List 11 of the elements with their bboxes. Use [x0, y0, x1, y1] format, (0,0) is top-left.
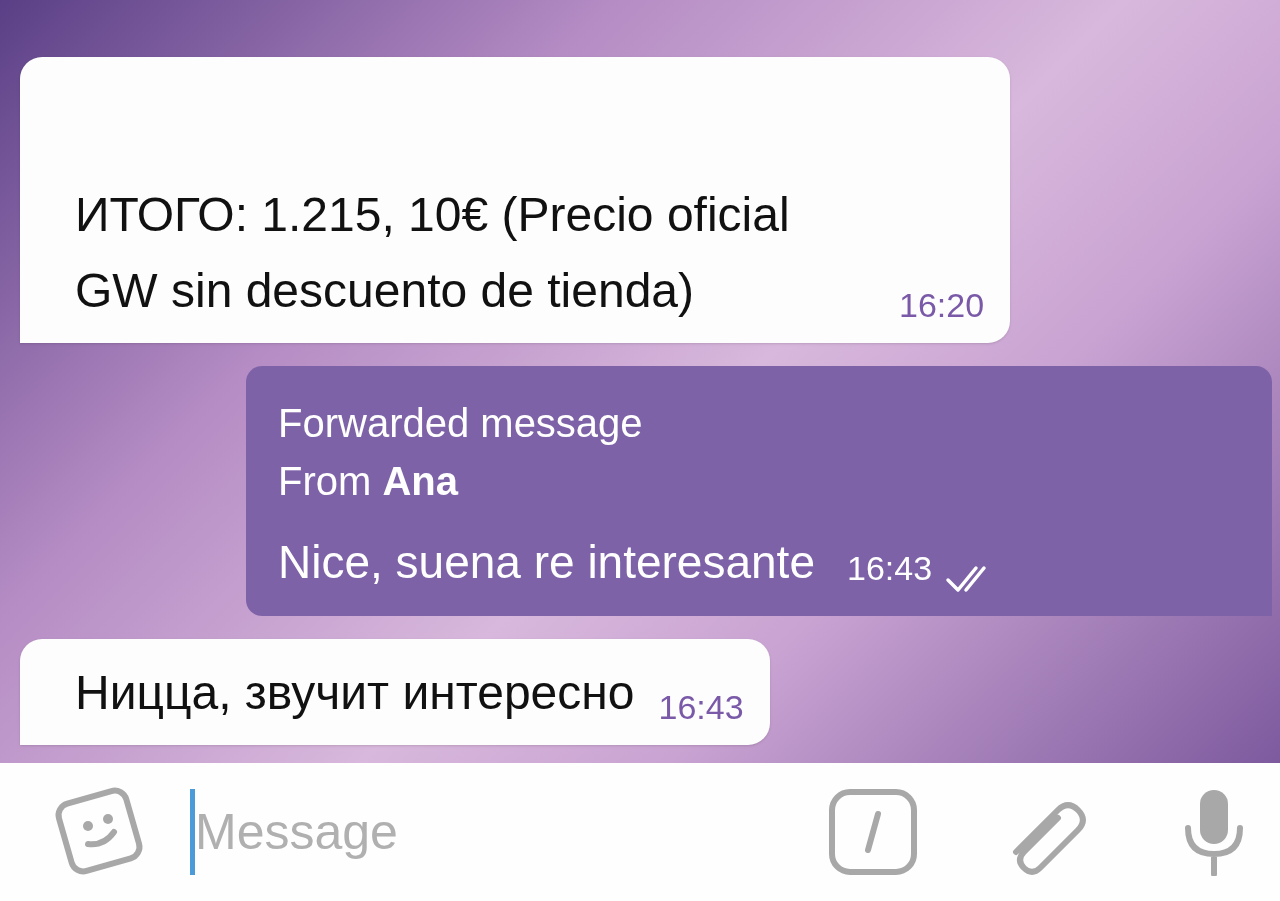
- microphone-icon[interactable]: [1182, 788, 1246, 876]
- message-text: Ницца, звучит интересно: [75, 665, 635, 721]
- message-text: Nice, suena re interesante: [278, 535, 815, 590]
- forwarded-source: From Ana: [278, 458, 460, 505]
- message-time: 16:43: [658, 687, 744, 728]
- message-field[interactable]: Message: [195, 794, 595, 870]
- message-time: 16:20: [899, 285, 985, 326]
- forwarded-label: Forwarded message: [278, 400, 644, 447]
- message-text: ИТОГО: 1.215, 10€ (Precio oficial GW sin descuento de tienda): [75, 187, 791, 319]
- slash-command-icon[interactable]: [828, 788, 918, 876]
- message-time: 16:43: [847, 548, 933, 589]
